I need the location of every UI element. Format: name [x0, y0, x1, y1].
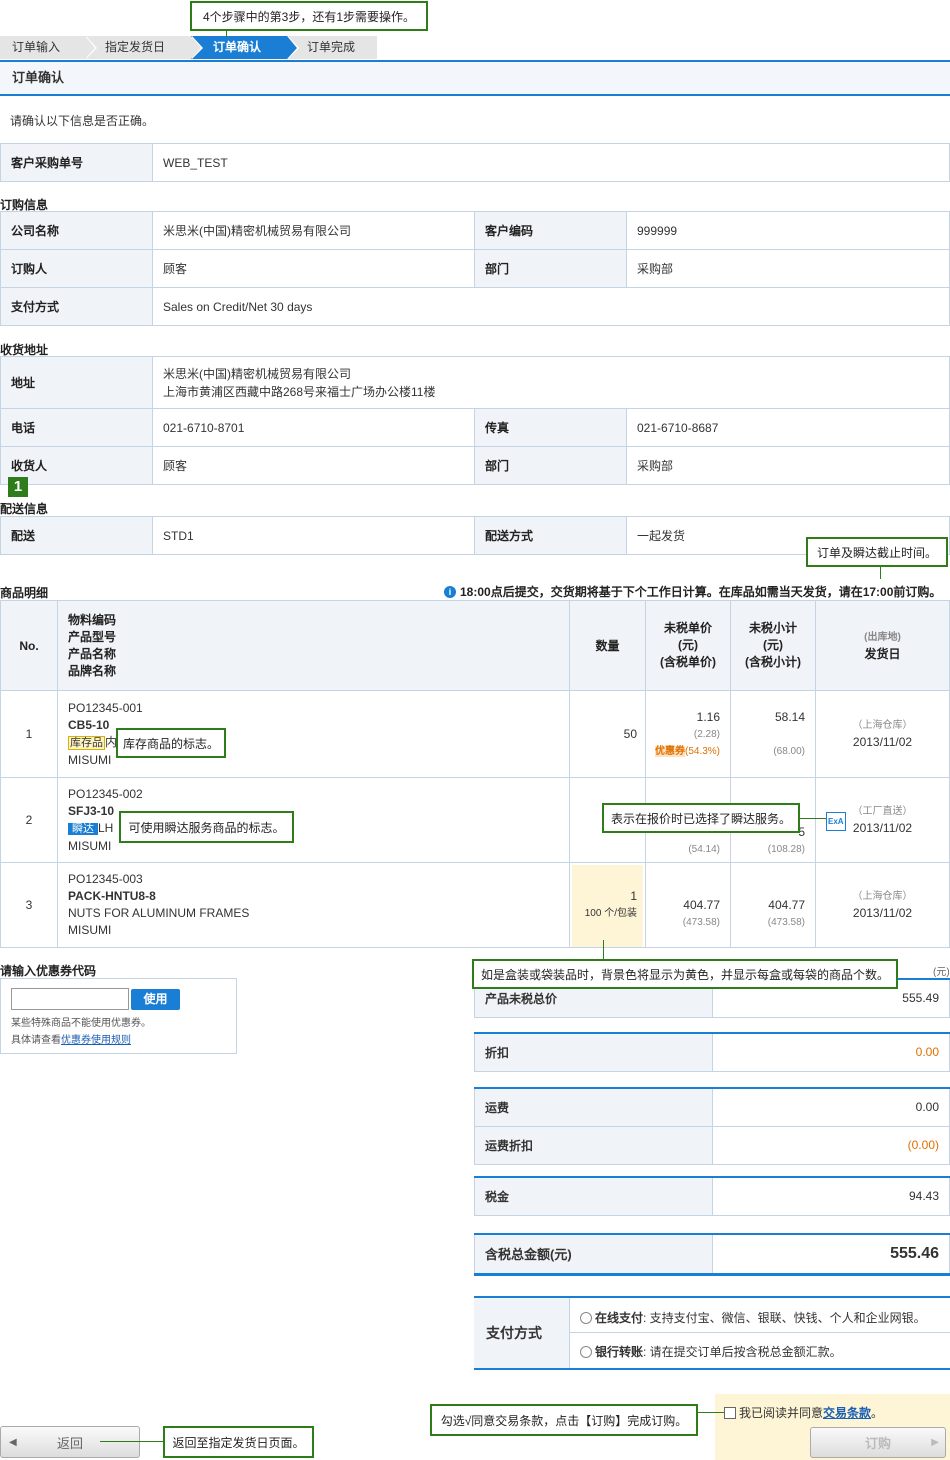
dept2-value: 采购部 — [626, 446, 950, 485]
addr-line1: 米思米(中国)精密机械贸易有限公司 — [163, 366, 351, 381]
total-table: 含税总金额(元) 555.46 — [474, 1233, 950, 1276]
back-button[interactable]: ◀ 返回 — [0, 1426, 140, 1458]
payment-box: 支付方式 在线支付: 支持支付宝、微信、银联、快钱、个人和企业网银。 银行转账:… — [474, 1296, 950, 1370]
coupon-rules-link[interactable]: 优惠券使用规则 — [61, 1035, 131, 1046]
callout-quote-express: 表示在报价时已选择了瞬达服务。 — [602, 803, 800, 833]
coupon-note: 某些特殊商品不能使用优惠券。 — [11, 1018, 151, 1029]
pay-option-online[interactable]: 在线支付: 支持支付宝、微信、银联、快钱、个人和企业网银。 — [580, 1309, 926, 1326]
callout-line — [698, 1412, 724, 1413]
callout-line — [226, 31, 227, 37]
pay-option-bank[interactable]: 银行转账: 请在提交订单后按含税总金额汇款。 — [580, 1343, 842, 1360]
payment-label: 支付方式 — [474, 1298, 570, 1368]
callout-line — [880, 567, 881, 579]
back-arrow-icon: ◀ — [9, 1436, 17, 1448]
code-value: 999999 — [626, 211, 950, 250]
terms-link[interactable]: 交易条款 — [823, 1404, 871, 1421]
box-qty-cell: 1 100 个/包装 — [569, 862, 646, 948]
po-table: 客户采购单号 WEB_TEST — [0, 143, 950, 182]
freight-table: 运费 0.00 运费折扣 (0.00) — [474, 1087, 950, 1165]
coupon-input[interactable] — [11, 988, 129, 1010]
agree-row[interactable]: 我已阅读并同意 交易条款。 — [724, 1404, 883, 1421]
addr-line2: 上海市黄浦区西藏中路268号来福士广场办公楼11楼 — [163, 384, 436, 399]
col-ship: (出库地) 发货日 — [815, 600, 950, 691]
company-label: 公司名称 — [0, 211, 153, 250]
recv-value: 顾客 — [152, 446, 475, 485]
express-badge: 瞬达 — [68, 822, 98, 835]
coupon-icon: 优惠券 — [654, 745, 685, 757]
coupon-title: 请输入优惠券代码 — [0, 964, 97, 978]
code-label: 客户编码 — [474, 211, 627, 250]
delivery-title: 配送信息 — [0, 502, 49, 516]
addr-label: 地址 — [0, 356, 153, 409]
col-unit: 未税单价 (元) (含税单价) — [645, 600, 731, 691]
callout-deadline: 订单及瞬达截止时间。 — [806, 537, 948, 567]
callout-line — [603, 940, 604, 960]
callout-line — [800, 818, 826, 819]
tel-label: 电话 — [0, 408, 153, 447]
buyer-value: 顾客 — [152, 249, 475, 288]
agree-checkbox[interactable] — [724, 1406, 736, 1419]
tel-value: 021-6710-8701 — [152, 408, 475, 447]
col-info: 物料编码 产品型号 产品名称 品牌名称 — [57, 600, 570, 691]
express-icon: ExA — [826, 812, 846, 831]
dept-label: 部门 — [474, 249, 627, 288]
col-no: No. — [0, 600, 58, 691]
callout-line — [100, 1441, 163, 1442]
step-indicator: 订单输入 指定发货日 订单确认 订单完成 — [0, 36, 377, 59]
radio-bank[interactable] — [580, 1345, 592, 1358]
callout-box: 如是盒装或袋装品时，背景色将显示为黄色，并显示每盒或每袋的商品个数。 — [472, 959, 898, 989]
delivery-label: 配送 — [0, 516, 153, 555]
step-confirm: 订单确认 — [191, 36, 299, 59]
tax-table: 税金 94.43 — [474, 1176, 950, 1216]
dept-value: 采购部 — [626, 249, 950, 288]
callout-express: 可使用瞬达服务商品的标志。 — [119, 811, 294, 843]
dept2-label: 部门 — [474, 446, 627, 485]
order-arrow-icon: ▶ — [931, 1437, 939, 1448]
callout-stock: 库存商品的标志。 — [116, 728, 226, 758]
coupon-box: 使用 某些特殊商品不能使用优惠券。 具体请查看优惠券使用规则 — [0, 978, 237, 1054]
discount-table: 折扣 0.00 — [474, 1032, 950, 1072]
step-complete: 订单完成 — [287, 36, 377, 59]
buyer-label: 订购人 — [0, 249, 153, 288]
callout-agree: 勾选√同意交易条款，点击【订购】完成订购。 — [430, 1404, 698, 1436]
deadline-notice: i 18:00点后提交，交货期将基于下个工作日计算。在库品如需当天发货，请在17:… — [444, 583, 941, 600]
info-icon: i — [444, 585, 456, 598]
ship-addr-table: 地址 米思米(中国)精密机械贸易有限公司上海市黄浦区西藏中路268号来福士广场办公… — [0, 356, 950, 485]
step-order-input: 订单输入 — [0, 36, 97, 59]
method-label: 配送方式 — [474, 516, 627, 555]
step-ship-date: 指定发货日 — [85, 36, 203, 59]
currency-unit: (元) — [933, 967, 950, 978]
confirm-message: 请确认以下信息是否正确。 — [10, 114, 155, 128]
pay-label: 支付方式 — [0, 287, 153, 326]
delivery-value: STD1 — [152, 516, 475, 555]
order-info-table: 公司名称 米思米(中国)精密机械贸易有限公司 客户编码 999999 订购人 顾客 部门采… — [0, 211, 950, 326]
callout-back: 返回至指定发货日页面。 — [163, 1426, 314, 1458]
table-row: 3 PO12345-003 PACK-HNTU8-8 NUTS FOR ALUMIN… — [0, 862, 950, 948]
page-title: 订单确认 — [0, 60, 950, 96]
fax-label: 传真 — [474, 408, 627, 447]
col-subtotal: 未税小计 (元) (含税小计) — [730, 600, 816, 691]
order-button[interactable]: 订购 ▶ — [810, 1427, 946, 1458]
coupon-note2: 具体请查看优惠券使用规则 — [11, 1035, 131, 1046]
products-table: No. 物料编码 产品型号 产品名称 品牌名称 数量 未税单价 (元) (含税单价) 未税… — [0, 600, 950, 948]
fax-value: 021-6710-8687 — [626, 408, 950, 447]
col-qty: 数量 — [569, 600, 646, 691]
marker-badge: 1 — [8, 477, 28, 497]
stock-badge: 库存品 — [68, 735, 105, 750]
po-value: WEB_TEST — [152, 143, 950, 182]
pay-value: Sales on Credit/Net 30 days — [152, 287, 950, 326]
coupon-apply-button[interactable]: 使用 — [131, 989, 180, 1010]
products-title: 商品明细 — [0, 586, 49, 600]
company-value: 米思米(中国)精密机械贸易有限公司 — [152, 211, 475, 250]
radio-online[interactable] — [580, 1311, 592, 1324]
po-label: 客户采购单号 — [0, 143, 153, 182]
callout-step: 4个步骤中的第3步，还有1步需要操作。 — [190, 1, 428, 31]
